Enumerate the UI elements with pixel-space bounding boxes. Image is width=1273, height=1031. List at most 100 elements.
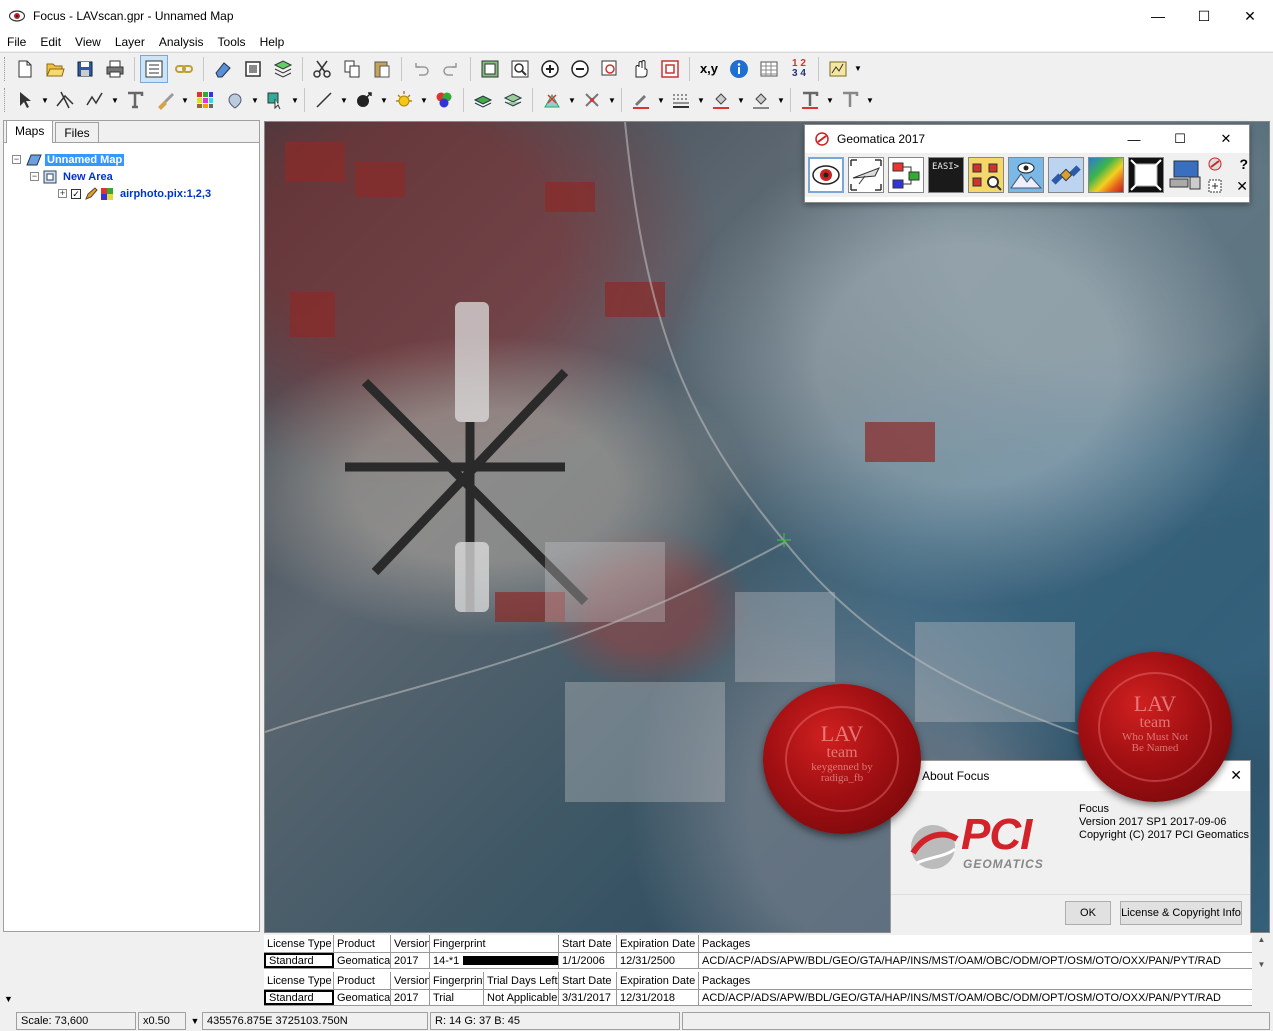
chart-dropdown-arrow[interactable]: ▼ xyxy=(853,64,863,73)
vertex-edit-button[interactable] xyxy=(51,86,79,114)
minimize-button[interactable]: — xyxy=(1135,0,1181,32)
text-button[interactable] xyxy=(121,86,149,114)
maximize-button[interactable]: ☐ xyxy=(1181,0,1227,32)
pan-button[interactable] xyxy=(626,55,654,83)
zoom-out-button[interactable] xyxy=(566,55,594,83)
coords-dropdown-icon[interactable]: ▼ xyxy=(188,1016,202,1026)
ortho-aircraft-icon[interactable] xyxy=(848,157,884,193)
text-style-2-dropdown-arrow[interactable]: ▼ xyxy=(865,96,875,105)
help-question-icon[interactable]: ? xyxy=(1239,157,1248,171)
color-circles-button[interactable] xyxy=(430,86,458,114)
menu-layer[interactable]: Layer xyxy=(108,35,152,49)
undo-button[interactable] xyxy=(407,55,435,83)
fill-color-dropdown-arrow[interactable]: ▼ xyxy=(736,96,746,105)
frame-button[interactable] xyxy=(239,55,267,83)
fill-dropdown-arrow[interactable]: ▼ xyxy=(250,96,260,105)
layer-visibility-checkbox[interactable]: ✓ xyxy=(71,188,81,199)
menu-view[interactable]: View xyxy=(68,35,108,49)
toolbar-grip[interactable] xyxy=(4,88,7,112)
numbering-button[interactable]: 1 23 4 xyxy=(785,55,813,83)
paste-button[interactable] xyxy=(368,55,396,83)
symbol-b-dropdown-arrow[interactable]: ▼ xyxy=(607,96,617,105)
chart-properties-button[interactable] xyxy=(824,55,852,83)
polyline-dropdown-arrow[interactable]: ▼ xyxy=(110,96,120,105)
ortho-engine-icon[interactable] xyxy=(968,157,1004,193)
collapse-map-toggle[interactable]: − xyxy=(12,155,21,164)
dem-eye-icon[interactable] xyxy=(1008,157,1044,193)
point-marker-button[interactable] xyxy=(350,86,378,114)
license-scrollbar[interactable]: ▲ ▼ xyxy=(1253,935,1270,969)
open-button[interactable] xyxy=(41,55,69,83)
easi-console-icon[interactable]: EASI> xyxy=(928,157,964,193)
tree-node-area[interactable]: − New Area xyxy=(12,168,259,185)
select-button[interactable] xyxy=(11,86,39,114)
zoom-window-button[interactable] xyxy=(506,55,534,83)
table-button[interactable] xyxy=(755,55,783,83)
text-style-2-button[interactable] xyxy=(836,86,864,114)
cut-button[interactable] xyxy=(308,55,336,83)
xy-coordinates-button[interactable]: x,y xyxy=(695,55,723,83)
tree-node-map[interactable]: − Unnamed Map xyxy=(12,151,259,168)
copy-button[interactable] xyxy=(338,55,366,83)
scroll-down-icon[interactable]: ▼ xyxy=(1258,960,1266,969)
zoom-in-button[interactable] xyxy=(536,55,564,83)
scroll-up-icon[interactable]: ▲ xyxy=(1258,935,1266,944)
tree-node-layer[interactable]: + ✓ airphoto.pix:1,2,3 xyxy=(12,185,259,202)
menu-file[interactable]: File xyxy=(0,35,33,49)
weight-dropdown-arrow[interactable]: ▼ xyxy=(696,96,706,105)
workstation-icon[interactable] xyxy=(1168,157,1204,193)
area-label[interactable]: New Area xyxy=(61,171,115,183)
link-button[interactable] xyxy=(170,55,198,83)
brush-dropdown-arrow[interactable]: ▼ xyxy=(180,96,190,105)
modeler-icon[interactable] xyxy=(888,157,924,193)
about-close-icon[interactable]: ✕ xyxy=(1230,767,1242,784)
menu-help[interactable]: Help xyxy=(253,35,292,49)
node-tool-button[interactable] xyxy=(261,86,289,114)
symbol-a-dropdown-arrow[interactable]: ▼ xyxy=(567,96,577,105)
pci-logo-icon[interactable] xyxy=(1208,157,1222,171)
close-button[interactable]: ✕ xyxy=(1227,0,1273,32)
polyline-button[interactable] xyxy=(81,86,109,114)
eraser-button[interactable] xyxy=(209,55,237,83)
text-style-button[interactable] xyxy=(796,86,824,114)
line-weight-button[interactable] xyxy=(667,86,695,114)
select-dropdown-arrow[interactable]: ▼ xyxy=(40,96,50,105)
ok-button[interactable]: OK xyxy=(1065,901,1111,925)
line-dropdown-arrow[interactable]: ▼ xyxy=(339,96,349,105)
pin-toolbar-icon[interactable] xyxy=(1208,179,1222,193)
satellite-icon[interactable] xyxy=(1048,157,1084,193)
layers-button[interactable] xyxy=(269,55,297,83)
zoom-extent-button[interactable] xyxy=(476,55,504,83)
fill-shape-button[interactable] xyxy=(221,86,249,114)
symbol-b-button[interactable] xyxy=(578,86,606,114)
menu-edit[interactable]: Edit xyxy=(33,35,68,49)
collapse-area-toggle[interactable]: − xyxy=(30,172,39,181)
fill-color-button[interactable] xyxy=(707,86,735,114)
chip-manager-icon[interactable] xyxy=(1128,157,1164,193)
tab-files[interactable]: Files xyxy=(55,122,99,142)
zoom-layer-button[interactable] xyxy=(596,55,624,83)
print-button[interactable] xyxy=(101,55,129,83)
light-dropdown-arrow[interactable]: ▼ xyxy=(419,96,429,105)
geomatica-maximize-button[interactable]: ☐ xyxy=(1157,125,1203,153)
highlight-button[interactable] xyxy=(747,86,775,114)
expand-layer-toggle[interactable]: + xyxy=(58,189,67,198)
light-button[interactable] xyxy=(390,86,418,114)
menu-analysis[interactable]: Analysis xyxy=(152,35,211,49)
map-layout-button[interactable] xyxy=(140,54,168,83)
license-copyright-button[interactable]: License & Copyright Info xyxy=(1120,901,1242,925)
geomatica-close-button[interactable]: ✕ xyxy=(1203,125,1249,153)
text-style-dropdown-arrow[interactable]: ▼ xyxy=(825,96,835,105)
highlight-dropdown-arrow[interactable]: ▼ xyxy=(776,96,786,105)
node-dropdown-arrow[interactable]: ▼ xyxy=(290,96,300,105)
paint-brush-button[interactable] xyxy=(151,86,179,114)
layer-label[interactable]: airphoto.pix:1,2,3 xyxy=(118,188,213,200)
line-style-button[interactable] xyxy=(310,86,338,114)
pen-color-button[interactable] xyxy=(627,86,655,114)
layer-stack-2-button[interactable] xyxy=(499,86,527,114)
layer-stack-button[interactable] xyxy=(469,86,497,114)
point-dropdown-arrow[interactable]: ▼ xyxy=(379,96,389,105)
new-file-button[interactable] xyxy=(11,55,39,83)
close-x-icon[interactable]: ✕ xyxy=(1236,179,1248,193)
geomatica-minimize-button[interactable]: — xyxy=(1111,125,1157,153)
